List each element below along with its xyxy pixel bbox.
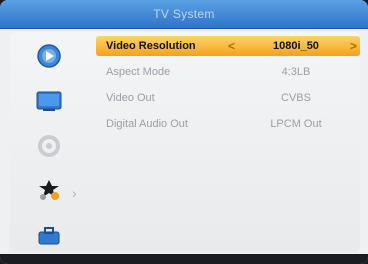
sidebar: › <box>10 32 86 252</box>
tv-system-icon[interactable] <box>32 177 66 205</box>
settings-icon[interactable] <box>32 132 66 160</box>
menu-panel: › Video Resolution < 1080i_50 > Aspect M… <box>10 32 360 252</box>
menu-row-video-out[interactable]: Video Out CVBS <box>96 88 360 108</box>
bottom-bezel <box>0 254 368 264</box>
arrow-left-icon[interactable]: < <box>228 39 235 53</box>
menu-row-label: Aspect Mode <box>106 66 171 78</box>
menu-row-label: Video Resolution <box>106 40 196 52</box>
menu-row-label: Digital Audio Out <box>106 118 188 130</box>
page-title: TV System <box>153 7 215 21</box>
menu-row-value: LPCM Out <box>270 118 322 130</box>
title-bar: TV System <box>0 0 368 29</box>
menu-row-digital-audio-out[interactable]: Digital Audio Out LPCM Out <box>96 114 360 134</box>
chevron-right-icon: › <box>72 185 77 201</box>
media-icon[interactable] <box>32 42 66 70</box>
tv-system-screen: TV System › Video Resolution < 1080i_50 … <box>0 0 368 264</box>
arrow-right-icon[interactable]: > <box>350 39 357 53</box>
menu-row-value: 4:3LB <box>281 66 311 78</box>
menu-row-value: 1080i_50 <box>273 40 319 52</box>
tools-icon[interactable] <box>32 222 66 250</box>
menu-row-video-resolution[interactable]: Video Resolution < 1080i_50 > <box>96 36 360 56</box>
menu-row-label: Video Out <box>106 92 155 104</box>
menu-row-value: CVBS <box>281 92 311 104</box>
menu-row-aspect-mode[interactable]: Aspect Mode 4:3LB <box>96 62 360 82</box>
picture-icon[interactable] <box>32 87 66 115</box>
